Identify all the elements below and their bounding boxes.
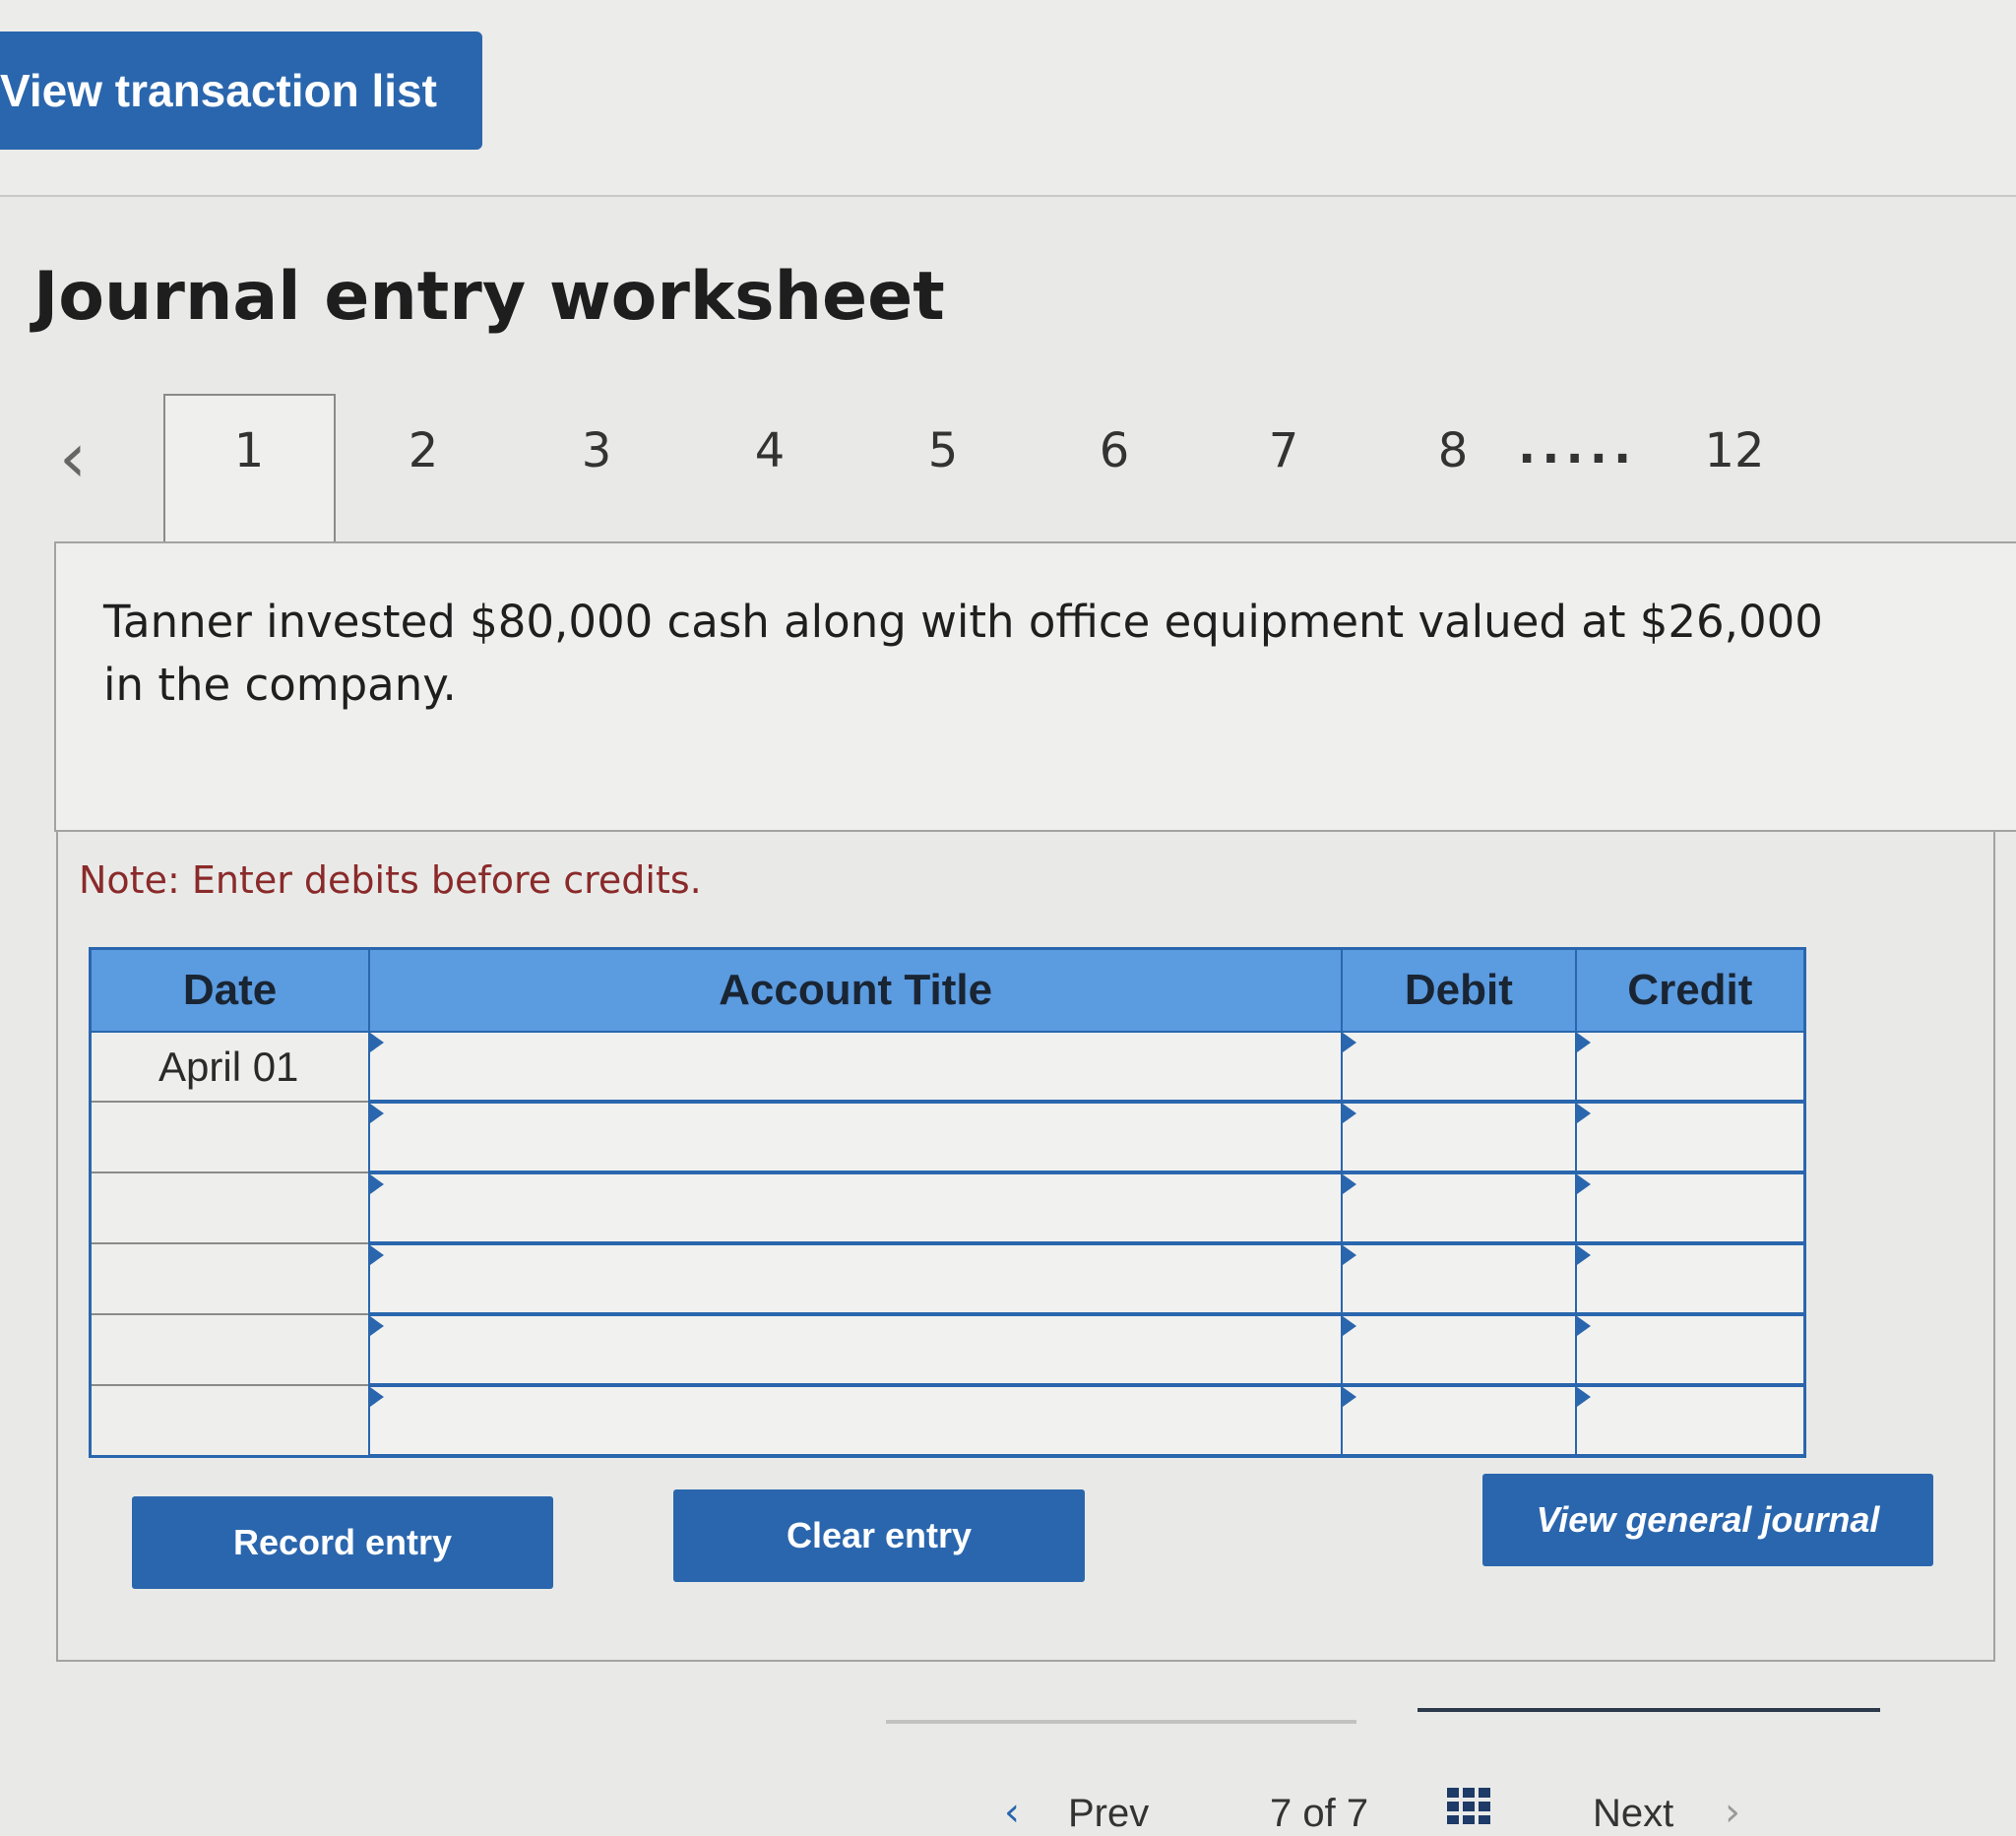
clear-entry-button[interactable]: Clear entry: [673, 1489, 1085, 1582]
note-text: Note: Enter debits before credits.: [79, 858, 702, 902]
debit-field[interactable]: [1341, 1172, 1576, 1245]
account-title-field[interactable]: [368, 1385, 1343, 1458]
date-cell: [89, 1385, 370, 1457]
debit-field[interactable]: [1341, 1385, 1576, 1458]
credit-field[interactable]: [1574, 1314, 1805, 1387]
grid-icon[interactable]: [1447, 1788, 1494, 1824]
table-row: [89, 1172, 1805, 1245]
tab-7[interactable]: 7: [1244, 423, 1323, 478]
page-total: 7: [1346, 1792, 1369, 1835]
date-cell: [89, 1314, 370, 1386]
table-header-row: Date Account Title Debit Credit: [89, 947, 1806, 1033]
tab-4[interactable]: 4: [730, 423, 809, 478]
dropdown-indicator-icon: [1343, 1104, 1357, 1123]
question-text: Tanner invested $80,000 cash along with …: [103, 596, 1823, 711]
account-title-field[interactable]: [368, 1172, 1343, 1245]
pagination-footer: ‹ Prev 7 of 7 Next ›: [0, 1780, 2016, 1835]
date-cell: April 01: [89, 1032, 370, 1103]
table-row: April 01: [89, 1032, 1805, 1104]
dropdown-indicator-icon: [1576, 1387, 1591, 1407]
tab-ellipsis: .....: [1518, 419, 1638, 475]
date-cell: [89, 1172, 370, 1244]
page-of: of: [1302, 1792, 1336, 1835]
tab-5[interactable]: 5: [904, 423, 982, 478]
dropdown-indicator-icon: [1576, 1104, 1591, 1123]
table-row: [89, 1102, 1805, 1174]
date-cell: [89, 1243, 370, 1315]
prev-button[interactable]: Prev: [1068, 1792, 1149, 1836]
tab-2[interactable]: 2: [384, 423, 463, 478]
table-row: [89, 1243, 1805, 1316]
account-title-field[interactable]: [368, 1032, 1343, 1104]
account-title-field[interactable]: [368, 1314, 1343, 1387]
dropdown-indicator-icon: [370, 1104, 385, 1123]
debit-field[interactable]: [1341, 1243, 1576, 1316]
account-title-field[interactable]: [368, 1243, 1343, 1316]
transaction-tabs: ‹ 1 2 3 4 5 6 7 8 ..... 12: [39, 394, 1811, 543]
dropdown-indicator-icon: [1343, 1316, 1357, 1336]
dropdown-indicator-icon: [1343, 1387, 1357, 1407]
dropdown-indicator-icon: [1343, 1174, 1357, 1194]
account-title-field[interactable]: [368, 1102, 1343, 1174]
question-panel: Tanner invested $80,000 cash along with …: [54, 541, 2016, 832]
footer-divider-active: [1418, 1708, 1880, 1712]
credit-field[interactable]: [1574, 1385, 1805, 1458]
view-general-journal-button[interactable]: View general journal: [1482, 1474, 1933, 1566]
tab-6[interactable]: 6: [1075, 423, 1154, 478]
dropdown-indicator-icon: [1576, 1245, 1591, 1265]
table-row: [89, 1385, 1805, 1458]
record-entry-button[interactable]: Record entry: [132, 1496, 553, 1589]
debit-field[interactable]: [1341, 1032, 1576, 1104]
tab-1[interactable]: 1: [210, 423, 288, 478]
dropdown-indicator-icon: [1343, 1245, 1357, 1265]
column-header-credit: Credit: [1574, 947, 1806, 1033]
chevron-left-icon[interactable]: ‹: [59, 423, 87, 492]
tab-12[interactable]: 12: [1695, 423, 1774, 478]
view-transaction-list-button[interactable]: View transaction list: [0, 32, 482, 150]
chevron-left-icon[interactable]: ‹: [1004, 1790, 1020, 1835]
dropdown-indicator-icon: [1576, 1316, 1591, 1336]
page-title: Journal entry worksheet: [33, 258, 945, 336]
dropdown-indicator-icon: [1576, 1174, 1591, 1194]
dropdown-indicator-icon: [370, 1245, 385, 1265]
debit-field[interactable]: [1341, 1314, 1576, 1387]
page-counter: 7 of 7: [1270, 1792, 1368, 1836]
dropdown-indicator-icon: [370, 1033, 385, 1052]
chevron-right-icon[interactable]: ›: [1725, 1790, 1740, 1835]
credit-field[interactable]: [1574, 1102, 1805, 1174]
next-button[interactable]: Next: [1593, 1792, 1673, 1836]
column-header-debit: Debit: [1341, 947, 1577, 1033]
table-row: [89, 1314, 1805, 1387]
credit-field[interactable]: [1574, 1032, 1805, 1104]
dropdown-indicator-icon: [370, 1316, 385, 1336]
dropdown-indicator-icon: [370, 1387, 385, 1407]
dropdown-indicator-icon: [1343, 1033, 1357, 1052]
column-header-date: Date: [89, 947, 371, 1033]
journal-entry-table: Date Account Title Debit Credit April 01: [89, 947, 1806, 1458]
column-header-account-title: Account Title: [368, 947, 1344, 1033]
top-bar: View transaction list: [0, 0, 2016, 197]
date-cell: [89, 1102, 370, 1173]
credit-field[interactable]: [1574, 1172, 1805, 1245]
tab-3[interactable]: 3: [557, 423, 636, 478]
tab-8[interactable]: 8: [1414, 423, 1492, 478]
credit-field[interactable]: [1574, 1243, 1805, 1316]
debit-field[interactable]: [1341, 1102, 1576, 1174]
dropdown-indicator-icon: [1576, 1033, 1591, 1052]
dropdown-indicator-icon: [370, 1174, 385, 1194]
page-current: 7: [1270, 1792, 1292, 1835]
footer-divider: [886, 1720, 1356, 1724]
